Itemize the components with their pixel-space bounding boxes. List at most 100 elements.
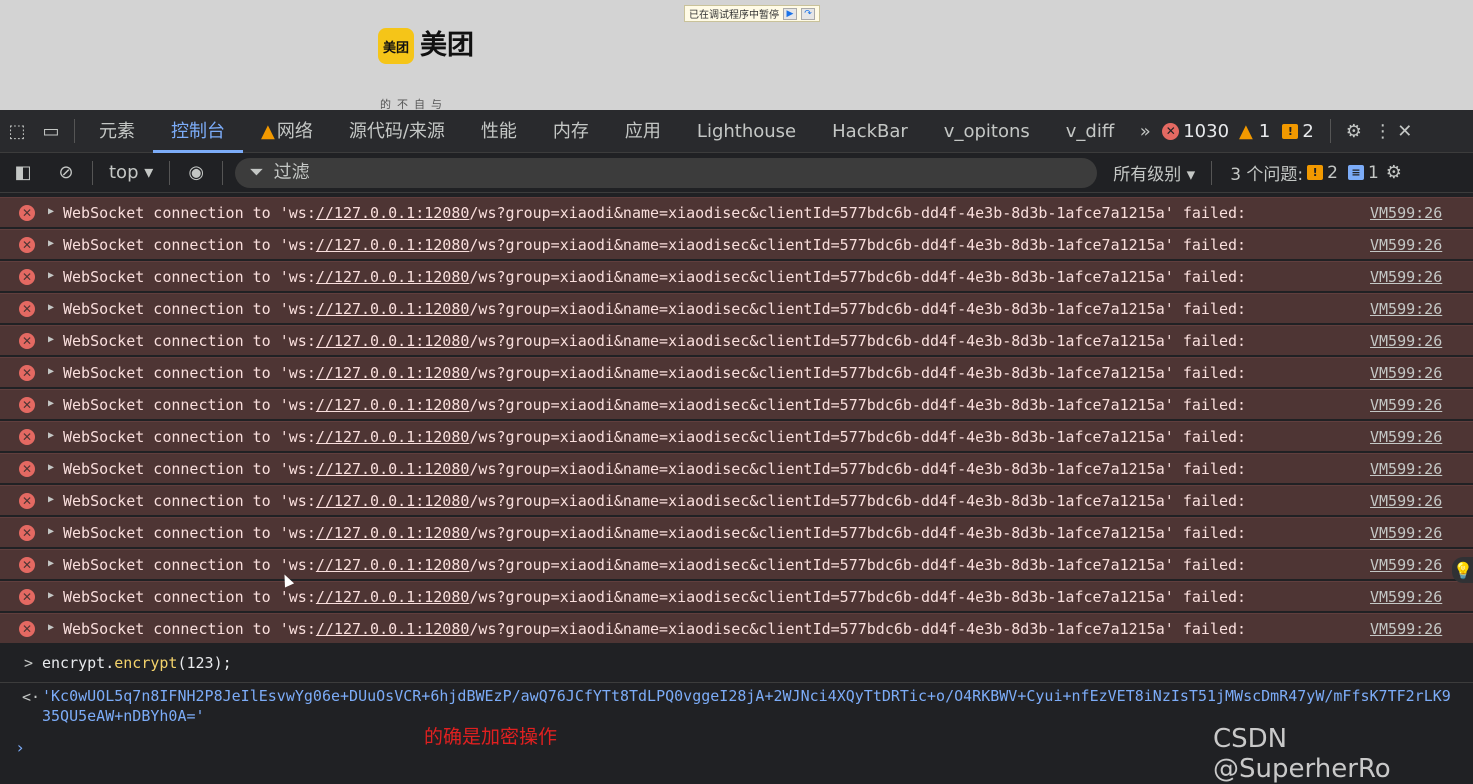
inspect-element-icon[interactable]: ⬚: [0, 110, 34, 153]
tab-console[interactable]: 控制台: [153, 110, 243, 153]
error-message-row[interactable]: ✕ ▶ WebSocket connection to 'ws://127.0.…: [0, 613, 1473, 643]
tab-elements[interactable]: 元素: [81, 110, 153, 153]
error-message-row[interactable]: ✕ ▶ WebSocket connection to 'ws://127.0.…: [0, 197, 1473, 227]
ws-url-link[interactable]: //127.0.0.1:12080: [316, 588, 470, 606]
expand-triangle-icon[interactable]: ▶: [48, 590, 54, 601]
expand-triangle-icon[interactable]: ▶: [48, 494, 54, 505]
source-link[interactable]: VM599:26: [1370, 204, 1442, 222]
source-link[interactable]: VM599:26: [1370, 396, 1442, 414]
warning-icon: ▲: [261, 120, 275, 142]
ws-url-link[interactable]: //127.0.0.1:12080: [316, 460, 470, 478]
issues-info-count: 1: [1367, 162, 1379, 183]
issues-button[interactable]: 3 个问题: ! 2 ≡ 1: [1230, 160, 1379, 186]
error-message-row[interactable]: ✕ ▶ WebSocket connection to 'ws://127.0.…: [0, 325, 1473, 355]
expand-triangle-icon[interactable]: ▶: [48, 334, 54, 345]
source-link[interactable]: VM599:26: [1370, 268, 1442, 286]
error-message-row[interactable]: ✕ ▶ WebSocket connection to 'ws://127.0.…: [0, 261, 1473, 291]
ws-url-link[interactable]: //127.0.0.1:12080: [316, 236, 470, 254]
error-message-text: WebSocket connection to 'ws://127.0.0.1:…: [63, 204, 1246, 222]
settings-gear-icon[interactable]: ⚙: [1337, 110, 1371, 153]
tab-application[interactable]: 应用: [607, 110, 679, 153]
source-link[interactable]: VM599:26: [1370, 428, 1442, 446]
log-levels-dropdown[interactable]: 所有级别 ▾: [1113, 160, 1195, 185]
source-link[interactable]: VM599:26: [1370, 460, 1442, 478]
source-link[interactable]: VM599:26: [1370, 364, 1442, 382]
source-link[interactable]: VM599:26: [1370, 524, 1442, 542]
device-toolbar-icon[interactable]: ▭: [34, 110, 68, 153]
error-counter[interactable]: ✕ 1030: [1162, 121, 1229, 142]
ws-url-link[interactable]: //127.0.0.1:12080: [316, 556, 470, 574]
tab-hackbar[interactable]: HackBar: [814, 110, 926, 153]
ws-url-link[interactable]: //127.0.0.1:12080: [316, 268, 470, 286]
ws-url-link[interactable]: //127.0.0.1:12080: [316, 204, 470, 222]
ws-url-link[interactable]: //127.0.0.1:12080: [316, 332, 470, 350]
source-link[interactable]: VM599:26: [1370, 300, 1442, 318]
tab-sources[interactable]: 源代码/来源: [331, 110, 463, 153]
error-icon: ✕: [19, 397, 35, 413]
expand-triangle-icon[interactable]: ▶: [48, 302, 54, 313]
filter-input[interactable]: [271, 161, 976, 184]
expand-triangle-icon[interactable]: ▶: [48, 622, 54, 633]
console-settings-gear-icon[interactable]: ⚙: [1379, 153, 1409, 193]
step-over-icon[interactable]: ↷: [801, 7, 815, 20]
context-selector[interactable]: top ▾: [99, 162, 163, 183]
ws-url-link[interactable]: //127.0.0.1:12080: [316, 620, 470, 638]
close-icon[interactable]: ✕: [1395, 110, 1415, 153]
tab-v-opitons[interactable]: v_opitons: [926, 110, 1048, 153]
error-message-row[interactable]: ✕ ▶ WebSocket connection to 'ws://127.0.…: [0, 549, 1473, 579]
divider: [1329, 119, 1331, 143]
more-options-icon[interactable]: ⋮: [1371, 110, 1395, 153]
expand-triangle-icon[interactable]: ▶: [48, 558, 54, 569]
error-message-row[interactable]: ✕ ▶ WebSocket connection to 'ws://127.0.…: [0, 453, 1473, 483]
ws-url-link[interactable]: //127.0.0.1:12080: [316, 492, 470, 510]
ws-url-link[interactable]: //127.0.0.1:12080: [316, 396, 470, 414]
tab-network[interactable]: ▲ 网络: [243, 110, 331, 153]
result-string[interactable]: 'Kc0wUOL5q7n8IFNH2P8JeIlEsvwYg06e+DUuOsV…: [42, 686, 1452, 726]
expand-triangle-icon[interactable]: ▶: [48, 238, 54, 249]
source-link[interactable]: VM599:26: [1370, 620, 1442, 638]
message-prefix: WebSocket connection to 'ws:: [63, 268, 316, 286]
resume-icon[interactable]: ▶: [783, 7, 797, 20]
clear-console-icon[interactable]: ⊘: [46, 153, 86, 193]
expand-triangle-icon[interactable]: ▶: [48, 366, 54, 377]
issue-counter[interactable]: ! 2: [1282, 121, 1314, 142]
sidebar-toggle-icon[interactable]: ◧: [0, 153, 46, 193]
message-prefix: WebSocket connection to 'ws:: [63, 460, 316, 478]
expand-triangle-icon[interactable]: ▶: [48, 206, 54, 217]
error-message-row[interactable]: ✕ ▶ WebSocket connection to 'ws://127.0.…: [0, 517, 1473, 547]
tab-performance[interactable]: 性能: [463, 110, 535, 153]
expand-triangle-icon[interactable]: ▶: [48, 462, 54, 473]
expand-triangle-icon[interactable]: ▶: [48, 270, 54, 281]
more-tabs-icon[interactable]: »: [1132, 110, 1158, 153]
error-message-row[interactable]: ✕ ▶ WebSocket connection to 'ws://127.0.…: [0, 293, 1473, 323]
console-prompt-caret-icon[interactable]: ›: [17, 738, 23, 757]
tab-v-diff[interactable]: v_diff: [1048, 110, 1132, 153]
source-link[interactable]: VM599:26: [1370, 492, 1442, 510]
ws-url-link[interactable]: //127.0.0.1:12080: [316, 524, 470, 542]
tab-memory[interactable]: 内存: [535, 110, 607, 153]
source-link[interactable]: VM599:26: [1370, 236, 1442, 254]
ws-url-link[interactable]: //127.0.0.1:12080: [316, 364, 470, 382]
error-message-row[interactable]: ✕ ▶ WebSocket connection to 'ws://127.0.…: [0, 421, 1473, 451]
error-message-text: WebSocket connection to 'ws://127.0.0.1:…: [63, 364, 1246, 382]
filter-box[interactable]: ⏷: [235, 157, 1098, 188]
expand-triangle-icon[interactable]: ▶: [48, 526, 54, 537]
source-link[interactable]: VM599:26: [1370, 556, 1442, 574]
expand-triangle-icon[interactable]: ▶: [48, 430, 54, 441]
error-message-row[interactable]: ✕ ▶ WebSocket connection to 'ws://127.0.…: [0, 581, 1473, 611]
tab-lighthouse[interactable]: Lighthouse: [679, 110, 814, 153]
source-link[interactable]: VM599:26: [1370, 588, 1442, 606]
input-args: (123);: [177, 654, 232, 672]
error-message-row[interactable]: ✕ ▶ WebSocket connection to 'ws://127.0.…: [0, 389, 1473, 419]
ws-url-link[interactable]: //127.0.0.1:12080: [316, 300, 470, 318]
expand-triangle-icon[interactable]: ▶: [48, 398, 54, 409]
error-message-row[interactable]: ✕ ▶ WebSocket connection to 'ws://127.0.…: [0, 485, 1473, 515]
lightbulb-icon[interactable]: 💡: [1452, 557, 1473, 583]
source-link[interactable]: VM599:26: [1370, 332, 1442, 350]
live-expression-eye-icon[interactable]: ◉: [176, 153, 216, 193]
error-message-row[interactable]: ✕ ▶ WebSocket connection to 'ws://127.0.…: [0, 229, 1473, 259]
error-message-row[interactable]: ✕ ▶ WebSocket connection to 'ws://127.0.…: [0, 357, 1473, 387]
ws-url-link[interactable]: //127.0.0.1:12080: [316, 428, 470, 446]
divider: [169, 160, 171, 185]
warning-counter[interactable]: ▲ 1: [1239, 121, 1270, 142]
